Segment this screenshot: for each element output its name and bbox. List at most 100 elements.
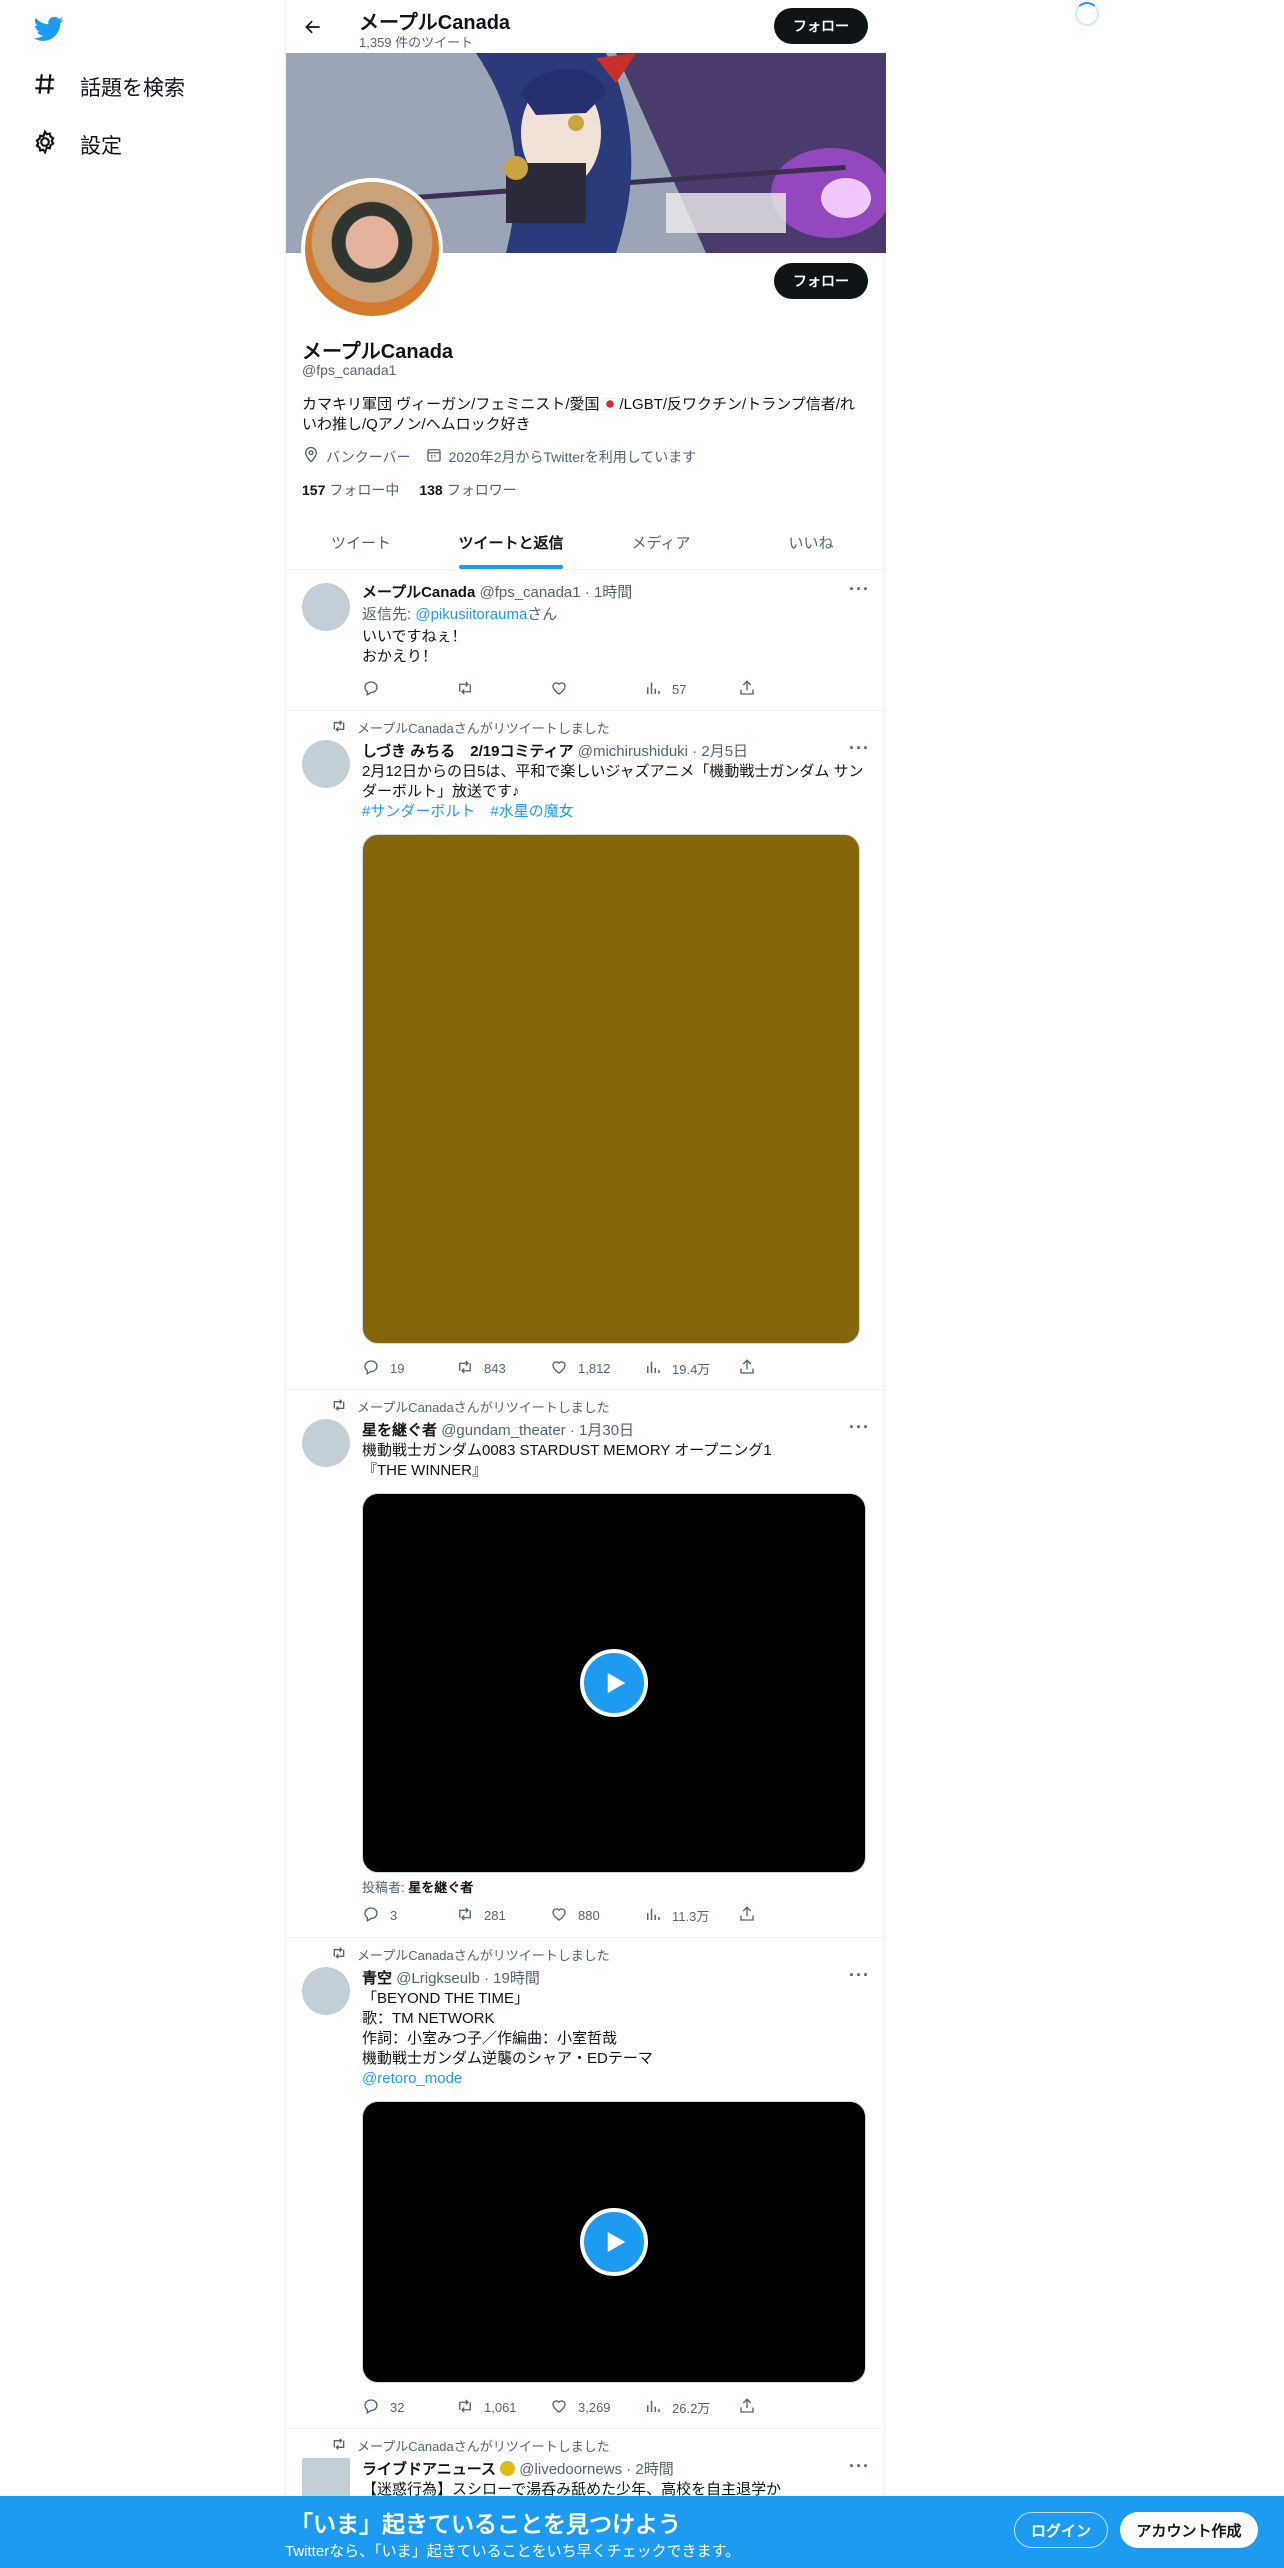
reply-count: 19 [390, 1361, 405, 1376]
reply-button[interactable]: 19 [362, 1358, 456, 1379]
mention-link[interactable]: @retoro_mode [362, 2070, 462, 2087]
reply-button[interactable]: 3 [362, 1905, 456, 1926]
profile-handle: @fps_canada1 [302, 362, 397, 378]
tweet-author-name[interactable]: ライブドアニュース [362, 2461, 496, 2478]
tweet-avatar[interactable] [302, 740, 350, 788]
profile-follow-stats: 157 フォロー中 138 フォロワー [302, 480, 517, 500]
nav-explore[interactable]: 話題を検索 [32, 67, 185, 107]
tweet-author-handle[interactable]: @fps_canada1 [479, 584, 580, 601]
views-button[interactable]: 19.4万 [644, 1358, 738, 1379]
tweet-author-handle[interactable]: @livedoornews [519, 2461, 622, 2478]
header-follow-button[interactable]: フォロー [774, 8, 868, 44]
tab-tweets[interactable]: ツイート [286, 515, 436, 569]
views-chart-icon [644, 2397, 662, 2418]
retweet-context: メープルCanadaさんがリツイートしました [331, 1397, 610, 1416]
tweet-author-name[interactable]: しづき みちる 2/19コミティア [362, 743, 574, 760]
views-count: 26.2万 [672, 2401, 711, 2416]
profile-bio: カマキリ軍団 ヴィーガン/フェミニスト/愛国/LGBT/反ワクチン/トランプ信者… [302, 395, 862, 435]
tweet-video[interactable] [362, 1493, 866, 1873]
like-button[interactable]: 1,812 [550, 1358, 644, 1379]
tweet-actions: 3 281 880 11.3万 [362, 1905, 832, 1926]
retweet-icon [456, 1905, 474, 1926]
more-options-icon[interactable]: ··· [849, 1965, 870, 1986]
tab-likes[interactable]: いいね [736, 515, 886, 569]
tweet-time[interactable]: 2月5日 [701, 743, 748, 760]
tweet-author-handle[interactable]: @michirushiduki [578, 743, 688, 760]
tweet-avatar[interactable] [302, 1419, 350, 1467]
retweet-context-label[interactable]: メープルCanadaさんがリツイートしました [357, 718, 610, 737]
reply-to-link[interactable]: @pikusiitorauma [415, 606, 527, 623]
tweet-actions: 32 1,061 3,269 26.2万 [362, 2397, 832, 2418]
signup-button[interactable]: アカウント作成 [1120, 2512, 1258, 2548]
twitter-logo-icon[interactable] [32, 14, 66, 44]
calendar-icon [425, 446, 443, 467]
play-icon[interactable] [580, 2208, 648, 2276]
views-button[interactable]: 57 [644, 679, 738, 700]
share-button[interactable] [738, 1905, 832, 1926]
share-button[interactable] [738, 2397, 832, 2418]
signup-banner-subtitle: Twitterなら、「いま」起きていることをいち早くチェックできます。 [285, 2543, 741, 2560]
tweet-video[interactable] [362, 2101, 866, 2383]
share-icon [738, 679, 756, 700]
tweet-time[interactable]: 1月30日 [579, 1422, 634, 1439]
login-button[interactable]: ログイン [1014, 2512, 1108, 2548]
views-chart-icon [644, 1905, 662, 1926]
profile-location: バンクーバー [326, 448, 411, 465]
more-options-icon[interactable]: ··· [849, 738, 870, 759]
retweet-context-label[interactable]: メープルCanadaさんがリツイートしました [357, 1397, 610, 1416]
tweet-author-handle[interactable]: @Lrigkseulb [396, 1970, 480, 1987]
profile-name: メープルCanada [302, 341, 454, 363]
retweet-button[interactable]: 843 [456, 1358, 550, 1379]
more-options-icon[interactable]: ··· [849, 1417, 870, 1438]
reply-icon [362, 1358, 380, 1379]
retweet-count: 281 [484, 1908, 506, 1923]
tweet-avatar[interactable] [302, 583, 350, 631]
reply-button[interactable] [362, 679, 456, 700]
like-button[interactable]: 3,269 [550, 2397, 644, 2418]
share-button[interactable] [738, 1358, 832, 1379]
tweet-avatar[interactable] [302, 1967, 350, 2015]
reply-icon [362, 2397, 380, 2418]
tweet-author-name[interactable]: 青空 [362, 1970, 392, 1987]
profile-follow-button[interactable]: フォロー [774, 263, 868, 299]
tweet-author-name[interactable]: メープルCanada [362, 584, 475, 601]
tweet[interactable]: メープルCanada @fps_canada1 · 1時間 ··· 返信先: @… [286, 571, 886, 711]
share-button[interactable] [738, 679, 832, 700]
tweet[interactable]: メープルCanadaさんがリツイートしました しづき みちる 2/19コミティア… [286, 712, 886, 1390]
profile-avatar[interactable] [301, 178, 443, 320]
like-count: 3,269 [578, 2400, 611, 2415]
retweet-context-label[interactable]: メープルCanadaさんがリツイートしました [357, 2436, 610, 2455]
reply-prefix: 返信先: [362, 606, 416, 623]
views-button[interactable]: 11.3万 [644, 1905, 738, 1926]
tweet-time[interactable]: 1時間 [594, 584, 632, 601]
retweet-button[interactable]: 1,061 [456, 2397, 550, 2418]
hashtag-link[interactable]: #サンダーボルト [362, 803, 475, 820]
tweet-time[interactable]: 19時間 [493, 1970, 540, 1987]
following-link[interactable]: 157 フォロー中 [302, 480, 399, 500]
tweet-author-handle[interactable]: @gundam_theater [441, 1422, 565, 1439]
views-button[interactable]: 26.2万 [644, 2397, 738, 2418]
tweet-time[interactable]: 2時間 [635, 2461, 673, 2478]
reply-button[interactable]: 32 [362, 2397, 456, 2418]
retweet-button[interactable]: 281 [456, 1905, 550, 1926]
play-icon[interactable] [580, 1649, 648, 1717]
tweet[interactable]: メープルCanadaさんがリツイートしました 青空 @Lrigkseulb · … [286, 1939, 886, 2429]
tweet-author-name[interactable]: 星を継ぐ者 [362, 1422, 437, 1439]
back-arrow-icon[interactable] [298, 12, 328, 42]
header-name: メープルCanada [359, 12, 511, 34]
tweet-image[interactable] [362, 834, 860, 1344]
more-options-icon[interactable]: ··· [849, 2456, 870, 2477]
more-options-icon[interactable]: ··· [849, 579, 870, 600]
hashtag-link[interactable]: #水星の魔女 [490, 803, 573, 820]
retweet-context-label[interactable]: メープルCanadaさんがリツイートしました [357, 1945, 610, 1964]
nav-settings[interactable]: 設定 [32, 125, 122, 165]
caption-author[interactable]: 星を継ぐ者 [408, 1880, 473, 1895]
tweet-actions: 57 [362, 679, 832, 700]
tab-tweets-replies[interactable]: ツイートと返信 [436, 515, 586, 569]
retweet-button[interactable] [456, 679, 550, 700]
like-button[interactable]: 880 [550, 1905, 644, 1926]
tweet[interactable]: メープルCanadaさんがリツイートしました 星を継ぐ者 @gundam_the… [286, 1391, 886, 1938]
tab-media[interactable]: メディア [586, 515, 736, 569]
like-button[interactable] [550, 679, 644, 700]
followers-link[interactable]: 138 フォロワー [419, 480, 516, 500]
